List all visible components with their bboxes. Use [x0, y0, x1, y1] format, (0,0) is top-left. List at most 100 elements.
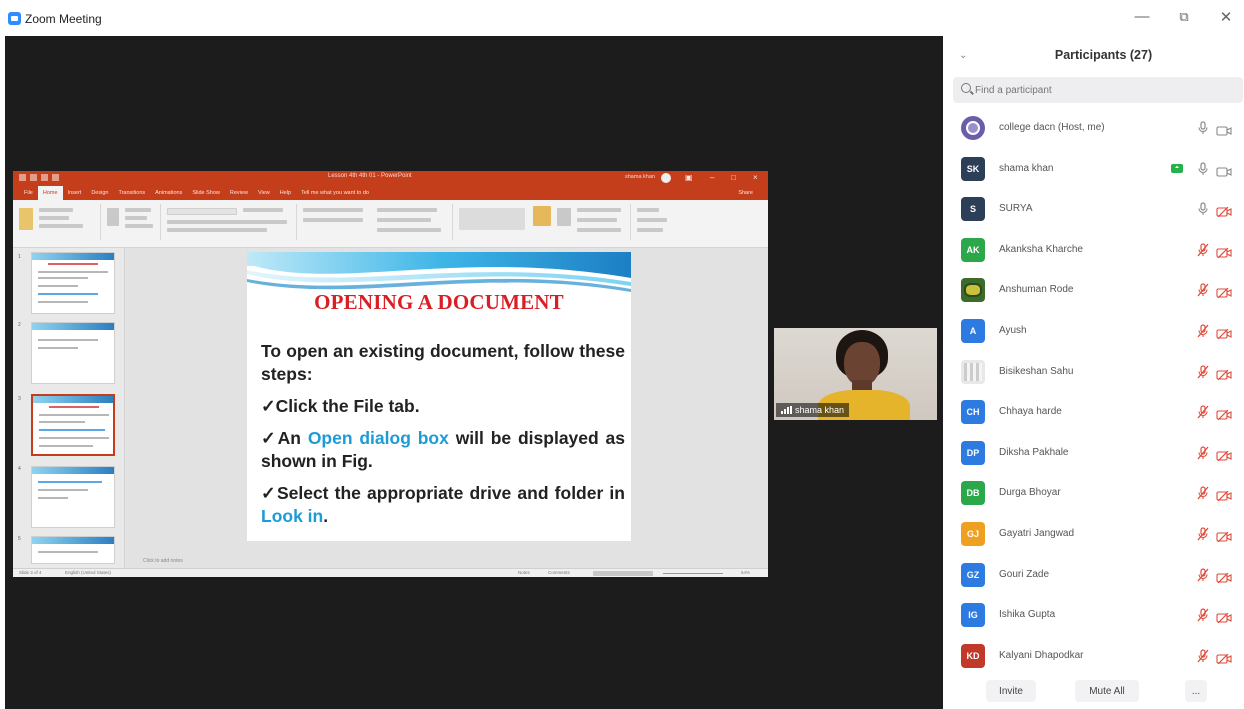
ppt-tab: Animations	[155, 190, 183, 196]
participant-avatar: CH	[961, 400, 985, 425]
video-icon	[1216, 123, 1232, 136]
participant-name: shama khan	[999, 162, 1054, 174]
participant-name: Bisikeshan Sahu	[999, 365, 1074, 377]
ppt-notes-placeholder[interactable]: Click to add notes	[143, 558, 183, 564]
participants-header: ⌄ Participants (27)	[943, 44, 1244, 72]
video-name: shama khan	[795, 405, 845, 415]
ribbon-group-slides	[101, 204, 161, 240]
participant-row[interactable]: CH Chhaya harde	[943, 394, 1244, 434]
participant-name: Gayatri Jangwad	[999, 528, 1075, 539]
thumb-number: 4	[18, 466, 21, 472]
slide-thumbnail[interactable]	[31, 252, 115, 314]
participant-row[interactable]: S SURYA	[943, 191, 1244, 231]
mic-muted-icon	[1197, 243, 1209, 257]
thumb-number: 5	[18, 536, 21, 542]
slide-thumbnail[interactable]	[31, 536, 115, 564]
ppt-minimize-icon: –	[710, 173, 715, 182]
invite-button[interactable]: Invite	[986, 680, 1036, 702]
ppt-zoom-level: 54%	[741, 570, 751, 575]
step-2-text: ✓An	[261, 428, 308, 448]
step-3-text: .	[323, 506, 329, 526]
video-muted-icon	[1216, 285, 1232, 299]
ppt-close-icon: ×	[753, 173, 758, 182]
participant-row[interactable]: DB Durga Bhoyar	[943, 475, 1244, 515]
participant-row[interactable]: GZ Gouri Zade	[943, 557, 1244, 597]
more-options-button[interactable]: ...	[1185, 680, 1207, 702]
participant-row[interactable]: Bisikeshan Sahu	[943, 354, 1244, 394]
mic-icon	[1197, 161, 1209, 176]
search-icon	[961, 83, 971, 93]
ribbon-group-clipboard	[13, 204, 101, 240]
slide-body: To open an existing document, follow the…	[261, 340, 625, 537]
video-muted-icon	[1216, 367, 1232, 381]
participant-name: Gouri Zade	[999, 568, 1050, 580]
minimize-button[interactable]: —	[1130, 8, 1154, 25]
ppt-tab: Review	[229, 190, 248, 196]
thumb-number: 3	[18, 396, 21, 402]
ppt-tell-me: Tell me what you want to do	[301, 190, 369, 196]
ppt-comments-button: Comments	[548, 570, 570, 575]
video-muted-icon	[1216, 448, 1232, 462]
mic-muted-icon	[1197, 364, 1209, 379]
step-3-highlight: Look in	[261, 506, 324, 526]
participant-row[interactable]: AK Akanksha Kharche	[943, 232, 1244, 272]
participant-row[interactable]: college dacn (Host, me)	[943, 110, 1244, 150]
close-button[interactable]: ✕	[1214, 8, 1238, 26]
participant-avatar	[961, 116, 985, 140]
ppt-tab: View	[257, 190, 270, 196]
video-muted-icon	[1216, 570, 1232, 584]
mic-muted-icon	[1197, 486, 1209, 500]
mic-muted-icon	[1197, 283, 1209, 297]
participant-row[interactable]: A Ayush	[943, 313, 1244, 353]
mute-all-button[interactable]: Mute All	[1075, 680, 1139, 702]
ppt-status-bar: Slide 3 of 4 English (United States) Not…	[13, 568, 768, 577]
ppt-account-avatar	[661, 173, 671, 183]
ppt-share: Share	[738, 190, 753, 196]
participant-name: SURYA	[999, 203, 1033, 215]
quick-access-toolbar	[19, 174, 79, 182]
mic-muted-icon	[1197, 649, 1209, 663]
restore-button[interactable]: ⧉	[1172, 9, 1196, 25]
ppt-ribbon-options-icon: ▣	[685, 173, 693, 182]
slide-thumbnail[interactable]	[31, 466, 115, 528]
ppt-tab: File	[24, 190, 33, 196]
ribbon-group-drawing	[453, 204, 631, 240]
participant-search[interactable]	[953, 77, 1243, 103]
mic-muted-icon	[1197, 608, 1209, 622]
thumb-number: 1	[18, 254, 21, 260]
participant-row[interactable]: DP Diksha Pakhale	[943, 435, 1244, 475]
participant-row[interactable]: IG Ishika Gupta	[943, 597, 1244, 637]
ppt-ribbon-tabs: File Home Insert Design Transitions Anim…	[13, 186, 768, 200]
participant-avatar: GJ	[961, 522, 985, 546]
ppt-tab: Design	[91, 190, 109, 196]
slide-step-2: ✓An Open dialog box will be displayed as…	[261, 427, 625, 473]
ppt-restore-icon: □	[731, 173, 736, 182]
participant-name: Chhaya harde	[999, 406, 1062, 418]
participant-avatar: SK	[961, 156, 985, 181]
participants-title: Participants (27)	[1054, 48, 1153, 62]
screen-share-icon	[1171, 163, 1183, 173]
ppt-window-title: Lesson 4th 4th 01 - PowerPoint	[328, 173, 412, 179]
slide-intro: To open an existing document, follow the…	[261, 341, 625, 384]
video-muted-icon	[1216, 610, 1232, 624]
video-muted-icon	[1216, 326, 1232, 340]
slide-thumbnail-selected[interactable]	[31, 394, 115, 456]
ppt-account-name: shama khan	[625, 174, 655, 180]
participant-row[interactable]: Anshuman Rode	[943, 272, 1244, 312]
mic-muted-icon	[1197, 527, 1209, 541]
video-muted-icon	[1216, 529, 1232, 543]
slide-title: OPENING A DOCUMENT	[314, 290, 564, 314]
slide-thumbnail[interactable]	[31, 322, 115, 384]
ppt-tab: Home	[37, 186, 63, 200]
ppt-ribbon	[13, 200, 768, 248]
ppt-tab: Slide Show	[192, 190, 220, 196]
participant-row[interactable]: GJ Gayatri Jangwad	[943, 516, 1244, 556]
participant-name: Anshuman Rode	[999, 284, 1074, 296]
participant-avatar: AK	[961, 237, 985, 262]
mic-icon	[1197, 121, 1209, 135]
participant-avatar	[961, 359, 985, 384]
participant-row[interactable]: SK shama khan	[943, 151, 1244, 191]
speaker-video-tile[interactable]: shama khan	[774, 328, 937, 420]
participant-avatar: DP	[961, 440, 985, 465]
search-input[interactable]	[975, 82, 1225, 98]
